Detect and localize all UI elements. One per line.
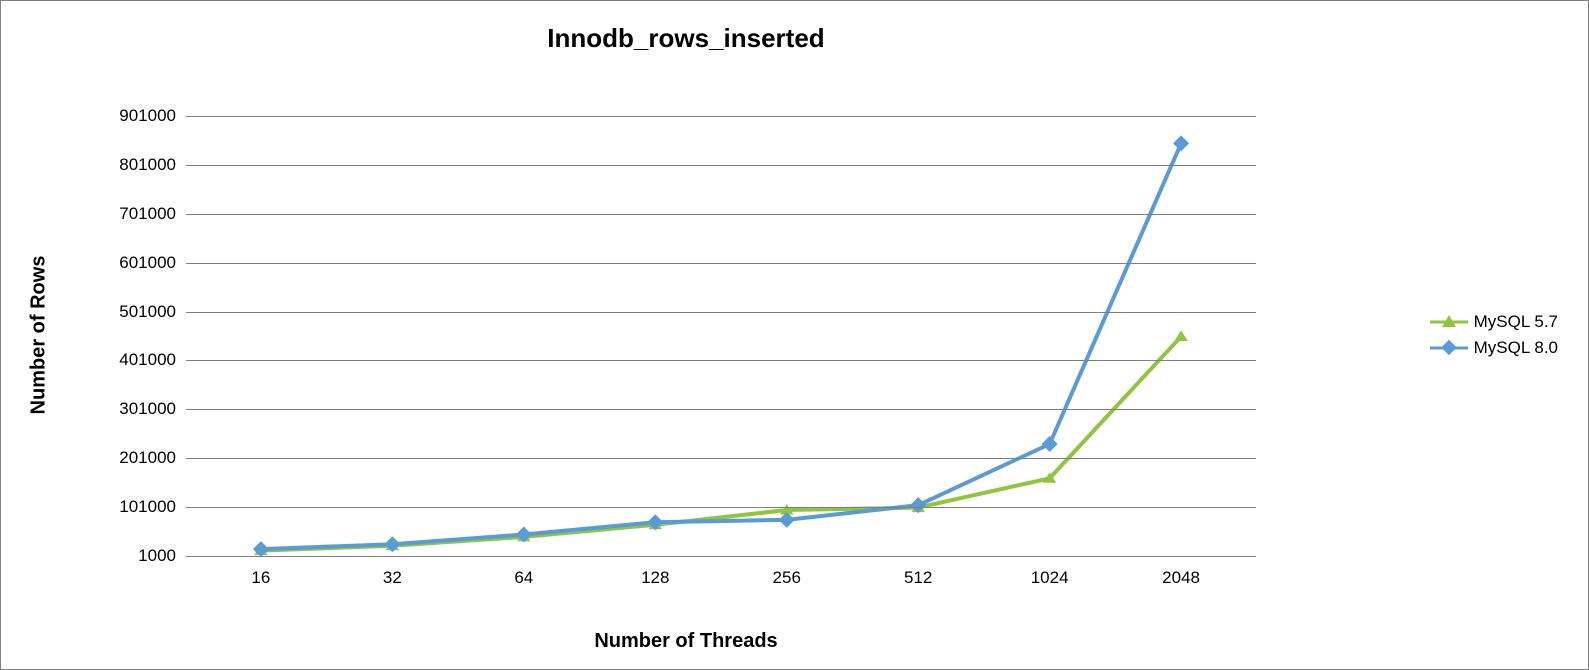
x-tick-label: 64 — [514, 568, 533, 588]
x-tick-label: 1024 — [1031, 568, 1069, 588]
gridline — [186, 214, 1256, 215]
x-tick-label: 256 — [773, 568, 801, 588]
y-tick-label: 1000 — [138, 546, 176, 566]
x-tick-label: 512 — [904, 568, 932, 588]
x-tick-label: 128 — [641, 568, 669, 588]
legend-marker — [1442, 312, 1456, 332]
legend-item: MySQL 8.0 — [1430, 338, 1558, 358]
diamond-icon — [1441, 340, 1457, 356]
plot-area: 1000101000201000301000401000501000601000… — [186, 116, 1256, 556]
y-axis-title: Number of Rows — [28, 256, 51, 415]
legend-swatch — [1430, 338, 1468, 358]
y-tick-label: 801000 — [119, 155, 176, 175]
series-line — [261, 143, 1181, 549]
chart-svg — [186, 116, 1256, 556]
y-tick-label: 601000 — [119, 253, 176, 273]
x-axis-title: Number of Threads — [1, 630, 1371, 653]
y-tick-label: 101000 — [119, 497, 176, 517]
gridline — [186, 165, 1256, 166]
gridline — [186, 556, 1256, 557]
triangle-marker — [1174, 331, 1188, 341]
y-tick-label: 401000 — [119, 350, 176, 370]
chart-title: Innodb_rows_inserted — [1, 23, 1371, 54]
x-tick-label: 16 — [251, 568, 270, 588]
x-tick-label: 2048 — [1162, 568, 1200, 588]
gridline — [186, 458, 1256, 459]
gridline — [186, 263, 1256, 264]
chart-frame: Innodb_rows_inserted Number of Rows Numb… — [0, 0, 1589, 670]
diamond-marker — [1173, 135, 1189, 151]
y-tick-label: 901000 — [119, 106, 176, 126]
gridline — [186, 312, 1256, 313]
gridline — [186, 507, 1256, 508]
legend-marker — [1443, 338, 1454, 358]
triangle-icon — [1442, 315, 1456, 327]
gridline — [186, 409, 1256, 410]
legend-label: MySQL 8.0 — [1474, 338, 1558, 358]
y-tick-label: 501000 — [119, 302, 176, 322]
y-tick-label: 201000 — [119, 448, 176, 468]
x-tick-label: 32 — [383, 568, 402, 588]
y-tick-label: 701000 — [119, 204, 176, 224]
legend-item: MySQL 5.7 — [1430, 312, 1558, 332]
legend-label: MySQL 5.7 — [1474, 312, 1558, 332]
legend-swatch — [1430, 312, 1468, 332]
gridline — [186, 116, 1256, 117]
diamond-marker — [1042, 436, 1058, 452]
legend: MySQL 5.7 MySQL 8.0 — [1430, 306, 1558, 364]
gridline — [186, 360, 1256, 361]
y-tick-label: 301000 — [119, 399, 176, 419]
